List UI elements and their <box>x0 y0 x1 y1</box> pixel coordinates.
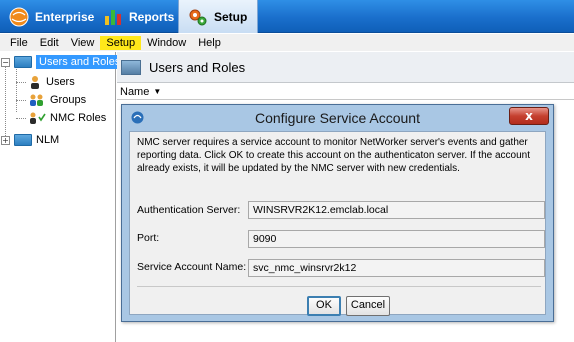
app-icon <box>131 111 144 124</box>
tab-setup[interactable]: Setup <box>178 0 258 33</box>
menu-setup[interactable]: Setup <box>100 35 142 50</box>
navigation-tree: − Users and Roles Users Groups NMC Roles… <box>0 52 124 342</box>
globe-icon <box>9 7 29 26</box>
tree-item-label: NLM <box>36 134 60 146</box>
dialog-message: NMC server requires a service account to… <box>137 137 531 174</box>
tree-item-groups[interactable]: Groups <box>28 92 86 108</box>
tree-item-users-and-roles[interactable]: − Users and Roles <box>1 54 124 70</box>
user-icon <box>31 76 39 89</box>
tree-item-label: Groups <box>50 94 87 106</box>
column-header-name[interactable]: Name ▼ <box>117 84 574 100</box>
service-account-name-label: Service Account Name: <box>137 261 247 273</box>
menu-edit[interactable]: Edit <box>34 36 65 50</box>
bar-chart-icon <box>105 9 121 25</box>
gears-icon <box>189 9 207 25</box>
page-title: Users and Roles <box>149 59 246 75</box>
menu-window[interactable]: Window <box>141 36 192 50</box>
authentication-server-label: Authentication Server: <box>137 204 241 216</box>
tree-item-nmc-roles[interactable]: NMC Roles <box>28 110 106 126</box>
dialog-titlebar[interactable]: Configure Service Account x <box>122 105 553 131</box>
folder-icon <box>14 56 32 68</box>
close-button[interactable]: x <box>509 107 549 125</box>
content-header: Users and Roles <box>117 52 574 83</box>
column-header-label: Name <box>120 85 150 98</box>
tree-item-label: NMC Roles <box>50 112 107 124</box>
configure-service-account-dialog: Configure Service Account x NMC server r… <box>121 104 554 322</box>
folder-icon <box>14 134 32 146</box>
tab-setup-label: Setup <box>214 9 248 24</box>
tree-item-label: Users and Roles <box>36 55 124 69</box>
tree-item-users[interactable]: Users <box>28 74 75 90</box>
divider <box>137 286 541 287</box>
tab-enterprise-label: Enterprise <box>35 9 95 24</box>
ok-button[interactable]: OK <box>307 296 341 316</box>
dialog-title: Configure Service Account <box>255 110 420 126</box>
tab-reports-label: Reports <box>129 9 175 24</box>
authentication-server-field[interactable] <box>248 201 545 219</box>
menu-bar: File Edit View Setup Window Help <box>0 34 574 51</box>
collapse-icon[interactable]: − <box>1 57 10 67</box>
folder-icon <box>121 59 141 75</box>
cancel-button[interactable]: Cancel <box>346 296 390 316</box>
port-field[interactable] <box>248 230 545 248</box>
menu-help[interactable]: Help <box>192 36 227 50</box>
tree-item-nlm[interactable]: + NLM <box>1 132 59 148</box>
expand-icon[interactable]: + <box>1 135 10 145</box>
role-icon <box>30 112 46 124</box>
service-account-name-field[interactable] <box>248 259 545 277</box>
menu-file[interactable]: File <box>4 36 34 50</box>
menu-view[interactable]: View <box>65 36 101 50</box>
dialog-body: NMC server requires a service account to… <box>129 131 546 316</box>
tab-enterprise[interactable]: Enterprise <box>0 0 102 33</box>
tab-reports[interactable]: Reports <box>94 0 182 33</box>
app-toolbar: Enterprise Reports Setup <box>0 0 574 33</box>
tree-item-label: Users <box>46 76 75 88</box>
group-icon <box>30 94 43 106</box>
port-label: Port: <box>137 232 160 244</box>
sort-down-icon: ▼ <box>153 87 162 96</box>
